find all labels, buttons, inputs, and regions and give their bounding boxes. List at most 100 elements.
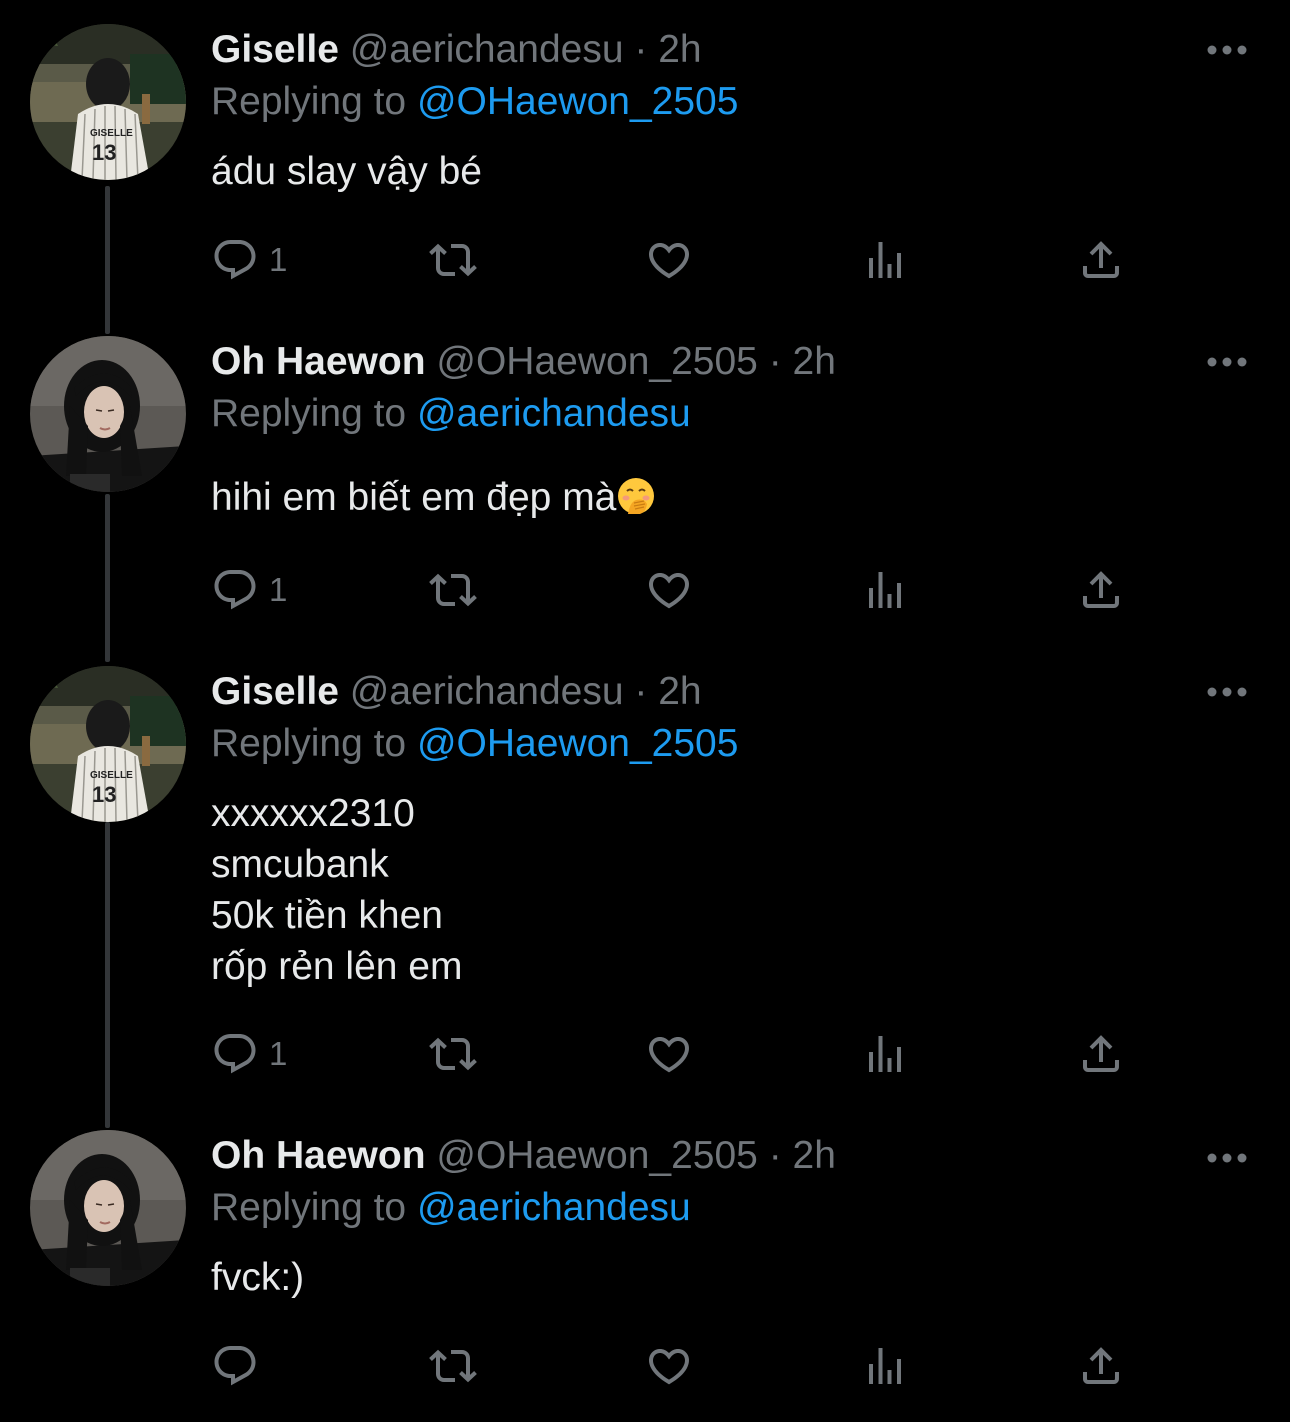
- tweet[interactable]: GISELLE 13 Giselle @aerichandesu · 2h Re…: [0, 662, 1290, 1126]
- retweet-icon: [429, 243, 477, 277]
- mention-link[interactable]: @OHaewon_2505: [417, 722, 738, 765]
- analytics-icon: [869, 1348, 901, 1384]
- tweet-text-line: rốp rẻn lên em: [211, 945, 463, 988]
- retweet-icon: [429, 573, 477, 607]
- avatar[interactable]: [30, 336, 186, 492]
- analytics-button[interactable]: [861, 566, 909, 614]
- action-bar: 1: [211, 1030, 1131, 1078]
- tweet-text: fvck:): [211, 1252, 304, 1303]
- share-icon: [1083, 571, 1119, 608]
- mention-link[interactable]: @OHaewon_2505: [417, 80, 738, 123]
- timestamp[interactable]: 2h: [658, 670, 701, 713]
- reply-button[interactable]: 1: [211, 236, 287, 284]
- display-name[interactable]: Oh Haewon: [211, 1134, 426, 1177]
- giselle-avatar-image: GISELLE 13: [30, 24, 186, 180]
- replying-to: Replying to @OHaewon_2505: [211, 78, 738, 126]
- share-icon: [1083, 1035, 1119, 1072]
- like-button[interactable]: [645, 566, 693, 614]
- reply-icon: [214, 240, 256, 280]
- like-icon: [648, 1349, 690, 1385]
- reply-count: 1: [269, 241, 288, 278]
- user-handle[interactable]: @aerichandesu: [350, 670, 624, 713]
- reply-button[interactable]: [211, 1342, 269, 1390]
- replying-to-label: Replying to: [211, 80, 407, 123]
- tweet-text: xxxxxx2310 smcubank 50k tiền khen rốp rẻ…: [211, 788, 462, 992]
- replying-to: Replying to @aerichandesu: [211, 390, 691, 438]
- action-bar: [211, 1342, 1131, 1390]
- share-button[interactable]: [1077, 1030, 1125, 1078]
- timestamp[interactable]: 2h: [793, 1134, 836, 1177]
- tweet-text-line: hihi em biết em đẹp mà: [211, 472, 656, 523]
- svg-text:GISELLE: GISELLE: [90, 770, 133, 781]
- reply-icon: [214, 1034, 256, 1074]
- tweet[interactable]: GISELLE 13 Giselle @aerichandesu · 2h Re…: [0, 0, 1290, 330]
- separator-dot: ·: [634, 28, 648, 71]
- more-button[interactable]: [1206, 685, 1248, 697]
- like-button[interactable]: [645, 1030, 693, 1078]
- analytics-button[interactable]: [861, 1342, 909, 1390]
- like-button[interactable]: [645, 236, 693, 284]
- analytics-button[interactable]: [861, 1030, 909, 1078]
- reply-icon: [214, 570, 256, 610]
- tweet-header: Giselle @aerichandesu · 2h: [211, 26, 702, 74]
- timestamp[interactable]: 2h: [793, 340, 836, 383]
- more-button[interactable]: [1206, 1151, 1248, 1163]
- mention-link[interactable]: @aerichandesu: [417, 1186, 691, 1229]
- display-name[interactable]: Oh Haewon: [211, 340, 426, 383]
- tweet-header: Giselle @aerichandesu · 2h: [211, 668, 702, 716]
- tweet-header: Oh Haewon @OHaewon_2505 · 2h: [211, 338, 836, 386]
- retweet-button[interactable]: [427, 566, 479, 614]
- more-icon: [1207, 1153, 1247, 1163]
- tweet[interactable]: Oh Haewon @OHaewon_2505 · 2h Replying to…: [0, 1126, 1290, 1416]
- share-icon: [1083, 241, 1119, 278]
- reply-button[interactable]: 1: [211, 566, 287, 614]
- like-button[interactable]: [645, 1342, 693, 1390]
- separator-dot: ·: [768, 1134, 782, 1177]
- analytics-button[interactable]: [861, 236, 909, 284]
- retweet-button[interactable]: [427, 1030, 479, 1078]
- more-button[interactable]: [1206, 355, 1248, 367]
- more-icon: [1207, 687, 1247, 697]
- reply-count: 1: [269, 1035, 288, 1072]
- separator-dot: ·: [634, 670, 648, 713]
- reply-button[interactable]: 1: [211, 1030, 287, 1078]
- svg-text:13: 13: [92, 140, 116, 165]
- tweet-header: Oh Haewon @OHaewon_2505 · 2h: [211, 1132, 836, 1180]
- tweet-text: hihi em biết em đẹp mà: [211, 472, 656, 523]
- tweet-text-content: hihi em biết em đẹp mà: [211, 476, 617, 519]
- timestamp[interactable]: 2h: [658, 28, 701, 71]
- retweet-button[interactable]: [427, 236, 479, 284]
- haewon-avatar-image: [30, 1130, 186, 1286]
- display-name[interactable]: Giselle: [211, 28, 339, 71]
- user-handle[interactable]: @OHaewon_2505: [436, 1134, 757, 1177]
- analytics-icon: [869, 572, 901, 608]
- replying-to: Replying to @aerichandesu: [211, 1184, 691, 1232]
- giselle-avatar-image: GISELLE 13: [30, 666, 186, 822]
- user-handle[interactable]: @OHaewon_2505: [436, 340, 757, 383]
- share-button[interactable]: [1077, 1342, 1125, 1390]
- share-button[interactable]: [1077, 236, 1125, 284]
- tweet-text-line: 50k tiền khen: [211, 894, 444, 937]
- display-name[interactable]: Giselle: [211, 670, 339, 713]
- mention-link[interactable]: @aerichandesu: [417, 392, 691, 435]
- action-bar: 1: [211, 566, 1131, 614]
- tweet-text-line: ádu slay vậy bé: [211, 150, 483, 193]
- retweet-icon: [429, 1349, 477, 1383]
- more-icon: [1207, 45, 1247, 55]
- avatar[interactable]: GISELLE 13: [30, 24, 186, 180]
- avatar[interactable]: [30, 1130, 186, 1286]
- retweet-button[interactable]: [427, 1342, 479, 1390]
- reply-icon: [214, 1346, 256, 1386]
- share-icon: [1083, 1347, 1119, 1384]
- more-button[interactable]: [1206, 43, 1248, 55]
- replying-to-label: Replying to: [211, 392, 407, 435]
- replying-to-label: Replying to: [211, 722, 407, 765]
- avatar[interactable]: GISELLE 13: [30, 666, 186, 822]
- analytics-icon: [869, 242, 901, 278]
- share-button[interactable]: [1077, 566, 1125, 614]
- analytics-icon: [869, 1036, 901, 1072]
- like-icon: [648, 1037, 690, 1073]
- replying-to: Replying to @OHaewon_2505: [211, 720, 738, 768]
- user-handle[interactable]: @aerichandesu: [350, 28, 624, 71]
- tweet[interactable]: Oh Haewon @OHaewon_2505 · 2h Replying to…: [0, 330, 1290, 662]
